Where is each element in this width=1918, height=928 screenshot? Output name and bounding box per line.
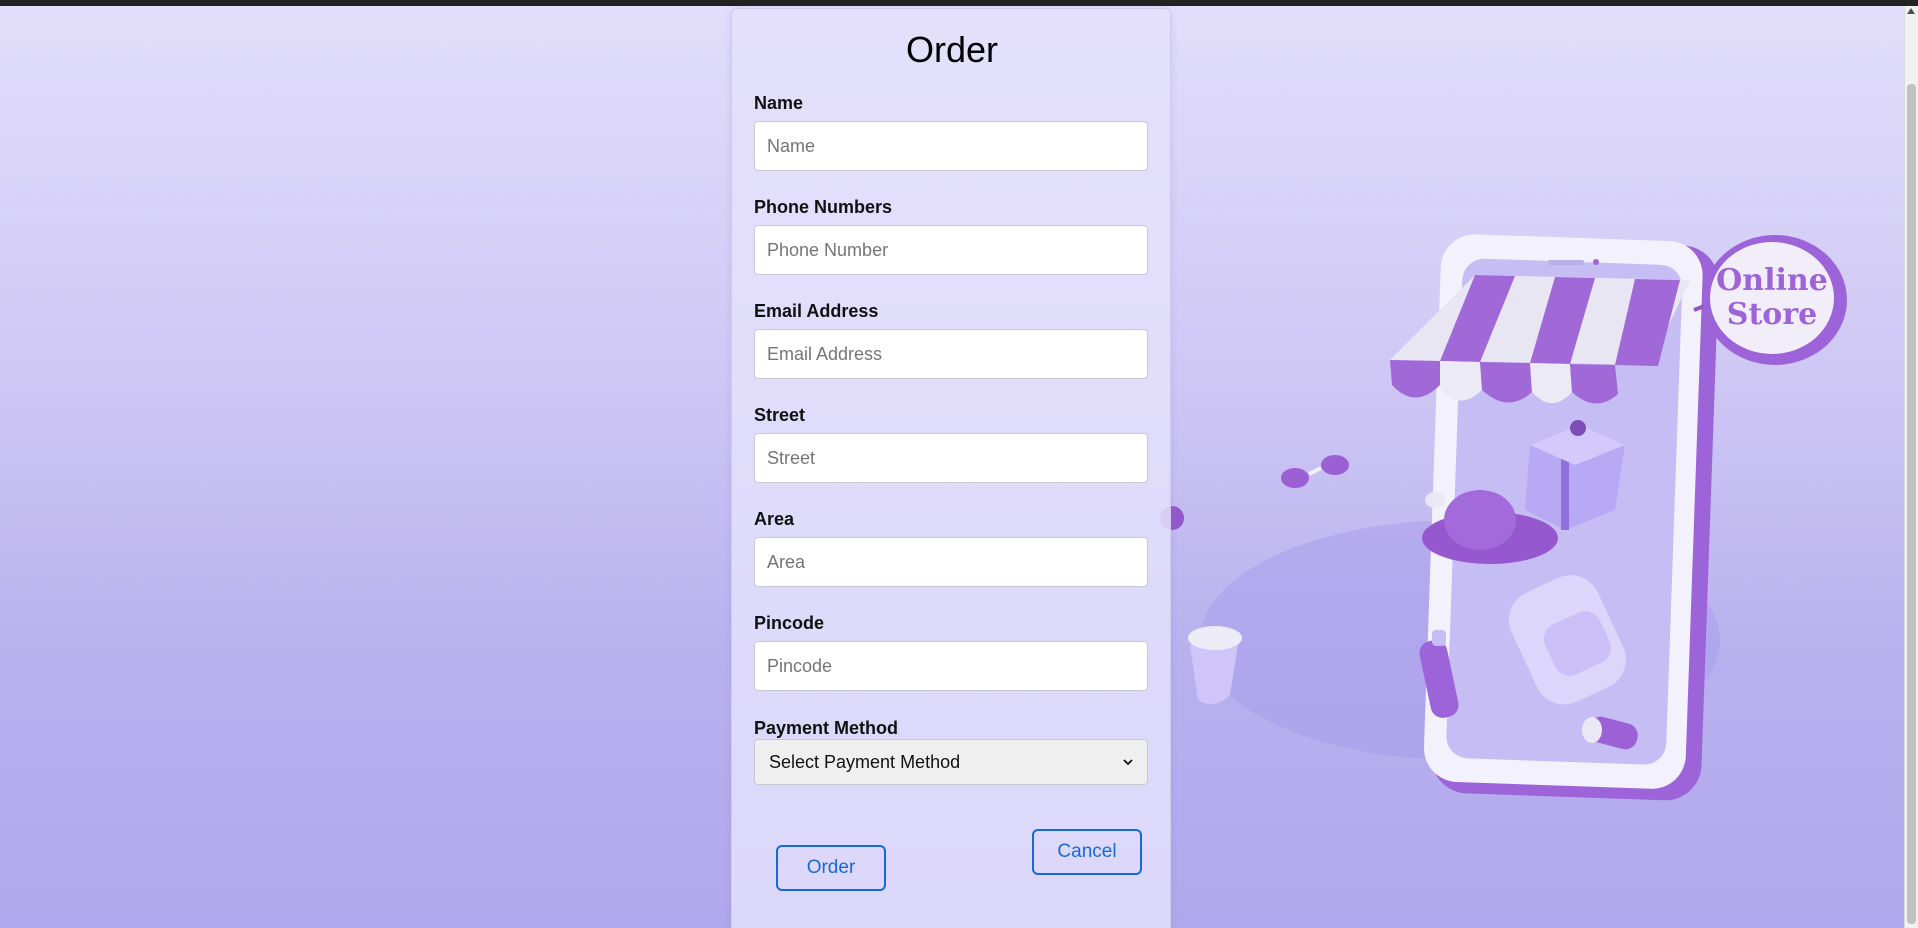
email-label: Email Address [754,301,879,321]
vertical-scrollbar[interactable] [1904,6,1918,928]
name-input[interactable] [754,121,1148,171]
browser-top-strip [0,0,1918,6]
area-input[interactable] [754,537,1148,587]
chevron-down-icon [1123,759,1133,766]
scrollbar-thumb[interactable] [1907,84,1916,924]
phone-input[interactable] [754,225,1148,275]
sign-line2: Store [1727,297,1817,332]
street-input[interactable] [754,433,1148,483]
pincode-label: Pincode [754,613,825,633]
online-store-illustration: Online Store [1160,200,1880,840]
name-label: Name [754,93,804,113]
order-form-card: Order Name Phone Numbers Email Address S… [731,8,1171,928]
street-label: Street [754,405,806,425]
sign-line1: Online [1716,263,1828,298]
order-title: Order [905,29,999,70]
payment-method-selected: Select Payment Method [769,751,961,772]
payment-method-label: Payment Method [754,718,899,738]
sunglasses-shape [1281,455,1349,488]
scroll-up-arrow-icon[interactable] [1907,8,1915,14]
online-store-sign: Online Store [1693,235,1847,365]
order-button[interactable]: Order [776,845,886,891]
pincode-input[interactable] [754,641,1148,691]
area-label: Area [754,509,795,529]
payment-method-select[interactable]: Select Payment Method [754,739,1148,785]
cancel-button[interactable]: Cancel [1032,829,1142,875]
email-input[interactable] [754,329,1148,379]
phone-label: Phone Numbers [754,197,893,217]
